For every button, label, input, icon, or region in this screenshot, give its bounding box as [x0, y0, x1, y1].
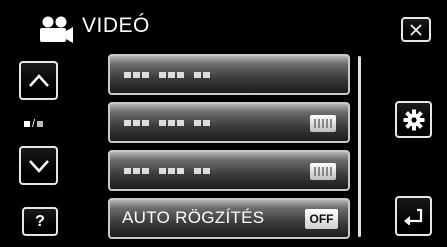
- menu-screen: VIDEÓ / ? AUTO RÖGZÍTÉS OFF: [0, 0, 447, 247]
- menu-item-1[interactable]: [108, 54, 350, 95]
- video-camera-icon: [40, 16, 73, 43]
- setting-icon: [310, 115, 336, 132]
- back-button[interactable]: [395, 196, 432, 236]
- menu-item-auto-record[interactable]: AUTO RÖGZÍTÉS OFF: [108, 198, 350, 239]
- chevron-up-icon: [28, 73, 49, 87]
- menu-item-placeholder-text: [124, 72, 220, 78]
- gear-icon: [403, 109, 424, 130]
- status-badge: OFF: [305, 209, 338, 229]
- close-icon: [410, 23, 422, 36]
- settings-button[interactable]: [395, 101, 432, 138]
- menu-item-2[interactable]: [108, 102, 350, 143]
- setting-icon: [310, 163, 336, 180]
- menu-item-label: AUTO RÖGZÍTÉS: [122, 208, 265, 227]
- scrollbar[interactable]: [358, 56, 361, 237]
- page-indicator: /: [24, 119, 44, 130]
- page-title: VIDEÓ: [82, 14, 150, 37]
- close-button[interactable]: [401, 17, 431, 42]
- return-arrow-icon: [403, 208, 422, 225]
- help-button[interactable]: ?: [22, 207, 58, 236]
- help-label: ?: [35, 212, 45, 230]
- menu-item-placeholder-text: [124, 120, 220, 126]
- scroll-up-button[interactable]: [19, 61, 58, 100]
- menu-item-placeholder-text: [124, 168, 220, 174]
- menu-item-3[interactable]: [108, 150, 350, 191]
- chevron-down-icon: [28, 159, 49, 173]
- scroll-down-button[interactable]: [19, 146, 58, 185]
